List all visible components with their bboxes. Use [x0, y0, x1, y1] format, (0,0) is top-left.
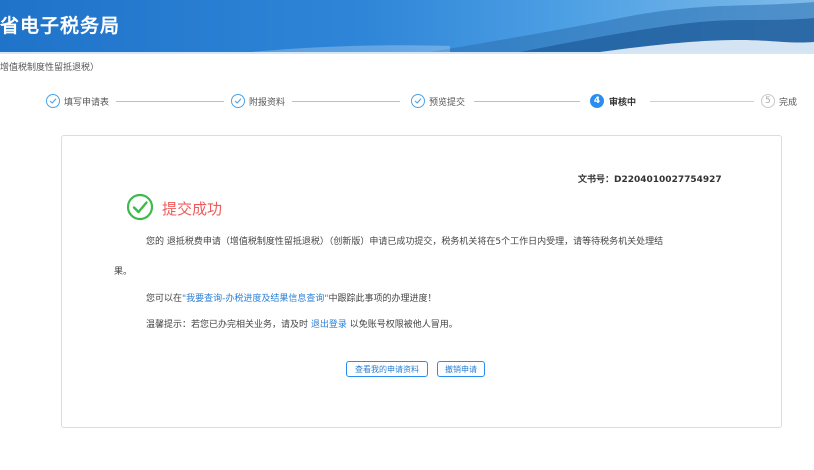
step-1-check-icon [46, 94, 60, 108]
step-5-label: 完成 [779, 98, 798, 108]
success-check-icon [126, 193, 154, 225]
step-connector [292, 101, 400, 102]
step-connector [116, 101, 224, 102]
progress-query-link[interactable]: "我要查询-办税进度及结果信息查询" [182, 294, 329, 304]
step-2-label: 附报资料 [249, 98, 286, 108]
revoke-application-button[interactable]: 撤销申请 [437, 361, 485, 377]
step-4-number-icon: 4 [590, 94, 604, 108]
warm-tip: 温馨提示：若您已办完相关业务，请及时 退出登录 以免账号权限被他人冒用。 [146, 317, 458, 330]
site-title: 省电子税务局 [0, 15, 121, 37]
submission-message-tail: 果。 [114, 267, 133, 277]
query-hint-prefix: 您可以在 [146, 294, 183, 304]
header-banner: 省电子税务局 [0, 0, 814, 52]
step-2-check-icon [231, 94, 245, 108]
step-3-check-icon [411, 94, 425, 108]
warm-tip-prefix: 温馨提示：若您已办完相关业务，请及时 [146, 320, 311, 330]
step-connector [650, 101, 754, 102]
view-application-button[interactable]: 查看我的申请资料 [346, 361, 428, 377]
step-connector [474, 101, 580, 102]
step-1-label: 填写申请表 [64, 98, 110, 108]
step-4-label: 审核中 [609, 98, 637, 108]
submission-message: 您的 退抵税费申请（增值税制度性留抵退税）（创新版）申请已成功提交，税务机关将在… [146, 237, 664, 247]
query-hint: 您可以在"我要查询-办税进度及结果信息查询"中跟踪此事项的办理进度！ [146, 291, 437, 304]
header-divider [0, 52, 814, 54]
breadcrumb: 增值税制度性留抵退税） [0, 63, 100, 73]
document-number: 文书号：D2204010027754927 [578, 175, 722, 185]
query-hint-suffix: 中跟踪此事项的办理进度！ [328, 294, 437, 304]
progress-steps: 填写申请表 附报资料 预览提交 4 审核中 5 完成 [0, 94, 814, 112]
warm-tip-suffix: 以免账号权限被他人冒用。 [346, 320, 458, 330]
step-3-label: 预览提交 [429, 98, 466, 108]
mountain-banner-graphic [250, 2, 814, 52]
success-title: 提交成功 [162, 200, 223, 218]
step-5-number-icon: 5 [761, 94, 775, 108]
logout-link[interactable]: 退出登录 [311, 320, 347, 330]
